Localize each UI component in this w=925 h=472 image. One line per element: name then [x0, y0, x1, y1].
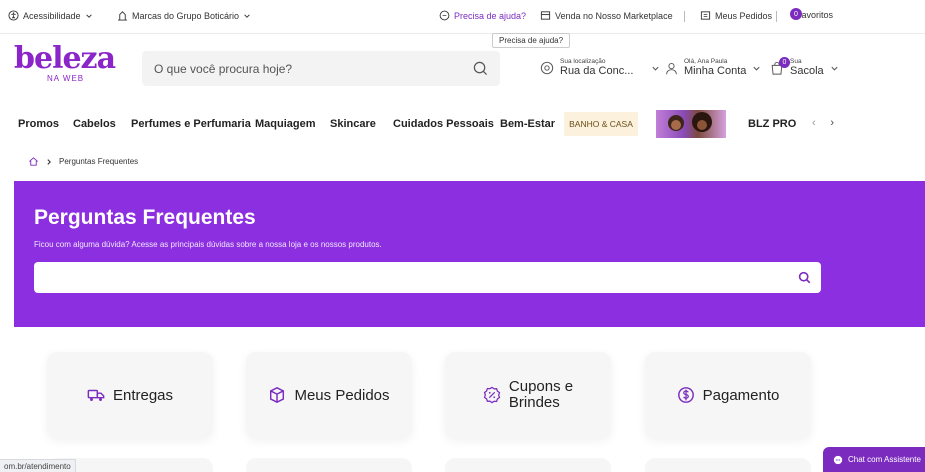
page-title: Perguntas Frequentes — [34, 206, 256, 229]
header-search-placeholder: O que você procura hoje? — [154, 61, 293, 76]
chevron-down-icon — [831, 66, 838, 71]
marketplace-link[interactable]: Venda no Nosso Marketplace — [540, 10, 673, 21]
orders-icon — [700, 11, 711, 20]
header-search[interactable]: O que você procura hoje? — [142, 51, 500, 86]
store-icon — [540, 11, 551, 20]
faq-card-meus-pedidos[interactable]: Meus Pedidos — [246, 352, 412, 438]
nav-item-promos[interactable]: Promos — [18, 118, 59, 130]
logo-wordmark: beleza — [14, 41, 116, 76]
brands-menu[interactable]: Marcas do Grupo Boticário — [117, 10, 251, 21]
nav-item-perfumes[interactable]: Perfumes e Perfumaria — [131, 118, 251, 130]
chat-label: Chat com Assistente — [848, 455, 921, 464]
nav-item-bem-estar[interactable]: Bem-Estar — [500, 118, 555, 130]
chat-bubble-icon — [439, 10, 450, 21]
nav-scroll-arrows[interactable]: ‹ › — [808, 112, 838, 134]
truck-icon — [87, 389, 105, 401]
coupon-icon — [483, 386, 501, 404]
main-nav: Promos Cabelos Perfumes e Perfumaria Maq… — [0, 106, 925, 144]
bag-small-label: Sua — [790, 58, 802, 65]
location-pin-icon — [540, 61, 554, 75]
nav-item-maquiagem[interactable]: Maquiagem — [255, 118, 316, 130]
chevron-down-icon — [85, 13, 92, 18]
accessibility-label: Acessibilidade — [23, 10, 81, 21]
nav-promo-image[interactable] — [656, 110, 726, 138]
chevron-down-icon — [652, 66, 659, 71]
chevron-right-icon[interactable]: › — [830, 117, 834, 129]
location-value: Rua da Conc... — [560, 65, 634, 77]
help-label: Precisa de ajuda? — [454, 10, 527, 21]
account-label: Minha Conta — [684, 65, 747, 77]
search-icon[interactable] — [473, 61, 488, 76]
faq-card-cupons-brindes[interactable]: Cupons e Brindes — [445, 352, 611, 438]
brands-label: Marcas do Grupo Boticário — [132, 10, 240, 21]
nav-item-skincare[interactable]: Skincare — [330, 118, 376, 130]
models-illustration — [668, 112, 712, 132]
accessibility-icon — [8, 10, 19, 21]
nav-item-blz-pro[interactable]: BLZ PRO — [748, 118, 796, 130]
chevron-right-icon — [47, 158, 51, 165]
faq-card-partial[interactable] — [445, 458, 611, 472]
accessibility-menu[interactable]: Acessibilidade — [8, 10, 93, 21]
bag-label: Sacola — [790, 65, 824, 77]
search-icon[interactable] — [798, 271, 811, 284]
faq-card-pagamento[interactable]: Pagamento — [645, 352, 811, 438]
faq-card-label-line2: Brindes — [508, 394, 560, 411]
faq-card-label-line1: Cupons e — [508, 378, 574, 395]
topbar-divider — [684, 11, 685, 22]
faq-card-label: Meus Pedidos — [294, 386, 390, 404]
user-icon — [666, 62, 677, 74]
bag-count-badge: 0 — [779, 57, 790, 68]
status-url: om.br/atendimento — [0, 459, 76, 472]
faq-card-label: Entregas — [112, 386, 174, 404]
nav-item-cuidados-pessoais[interactable]: Cuidados Pessoais — [393, 118, 494, 130]
faq-card-entregas[interactable]: Entregas — [47, 352, 213, 438]
chevron-down-icon — [753, 66, 760, 71]
utility-bar: Acessibilidade Marcas do Grupo Boticário… — [0, 0, 925, 34]
faq-search-input[interactable] — [34, 262, 821, 293]
faq-hero-banner: Perguntas Frequentes Ficou com alguma dú… — [14, 181, 925, 327]
faq-search — [34, 262, 821, 293]
nav-item-cabelos[interactable]: Cabelos — [73, 118, 116, 130]
topbar-divider — [776, 11, 777, 22]
chevron-down-icon — [244, 13, 250, 18]
dollar-icon — [677, 387, 694, 403]
faq-card-label: Pagamento — [702, 386, 780, 404]
nav-item-banho-casa[interactable]: BANHO & CASA — [564, 112, 638, 136]
chat-assistant-button[interactable]: Chat com Assistente — [823, 447, 925, 472]
help-tooltip: Precisa de ajuda? — [492, 33, 571, 48]
orders-link[interactable]: Meus Pedidos — [700, 10, 772, 21]
location-small-label: Sua localização — [560, 58, 606, 65]
chevron-left-icon[interactable]: ‹ — [812, 117, 816, 129]
home-icon[interactable] — [28, 156, 39, 167]
marketplace-label: Venda no Nosso Marketplace — [555, 10, 673, 21]
orders-label: Meus Pedidos — [715, 10, 773, 21]
brands-icon — [117, 11, 128, 21]
faq-card-label: Cupons e Brindes — [509, 379, 573, 411]
page-subtitle: Ficou com alguma dúvida? Acesse as princ… — [34, 240, 382, 249]
help-link[interactable]: Precisa de ajuda? — [439, 10, 526, 21]
location-selector[interactable]: Sua localização Rua da Conc... — [540, 58, 660, 78]
favorites-count-badge: 0 — [790, 8, 802, 20]
account-menu[interactable]: Olá, Ana Paula Minha Conta — [665, 58, 761, 78]
box-icon — [270, 386, 285, 404]
faq-card-partial[interactable] — [645, 458, 811, 472]
breadcrumb-current: Perguntas Frequentes — [59, 157, 139, 166]
account-greeting: Olá, Ana Paula — [684, 58, 728, 65]
faq-card-partial[interactable] — [246, 458, 412, 472]
breadcrumb: Perguntas Frequentes — [28, 156, 138, 167]
site-logo[interactable]: beleza NA WEB — [14, 41, 124, 84]
chat-icon — [833, 455, 843, 464]
